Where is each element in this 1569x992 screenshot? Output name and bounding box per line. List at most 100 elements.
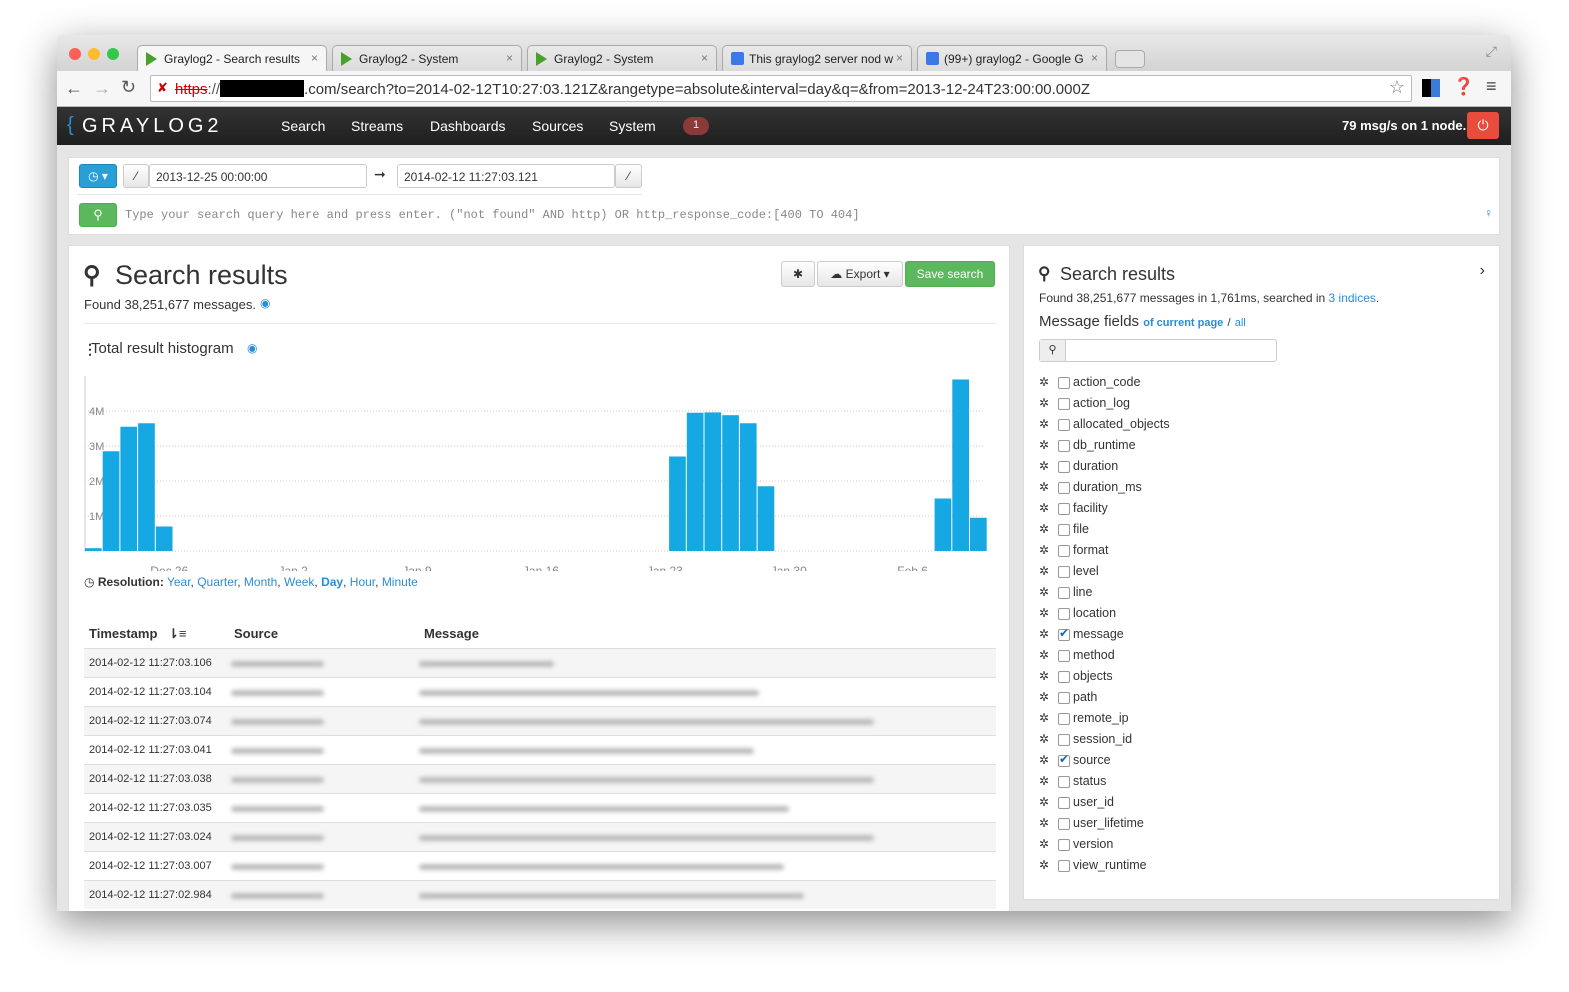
gear-icon[interactable]: ✲ <box>1039 627 1049 641</box>
field-name[interactable]: remote_ip <box>1073 711 1129 725</box>
resolution-quarter[interactable]: Quarter <box>197 575 237 589</box>
gear-icon[interactable]: ✲ <box>1039 543 1049 557</box>
field-checkbox[interactable] <box>1058 587 1070 599</box>
nav-sources[interactable]: Sources <box>532 118 583 134</box>
nav-streams[interactable]: Streams <box>351 118 403 134</box>
indices-link[interactable]: 3 indices <box>1329 291 1376 305</box>
brand-logo[interactable]: GRAYLOG2 <box>82 115 223 138</box>
current-page-link[interactable]: of current page <box>1143 317 1223 329</box>
table-row[interactable]: 2014-02-12 11:27:03.035 <box>84 793 996 822</box>
gear-icon[interactable]: ✲ <box>1039 396 1049 410</box>
field-checkbox[interactable] <box>1058 566 1070 578</box>
resolution-week[interactable]: Week <box>284 575 314 589</box>
field-checkbox[interactable] <box>1058 608 1070 620</box>
browser-tab[interactable]: This graylog2 server nod w × <box>722 45 912 71</box>
field-name[interactable]: action_code <box>1073 375 1140 389</box>
field-checkbox[interactable] <box>1058 671 1070 683</box>
url-bar[interactable]: ✘ https:// .com/search?to=2014-02-12T10:2… <box>150 75 1412 102</box>
field-checkbox[interactable] <box>1058 818 1070 830</box>
gear-icon[interactable]: ✲ <box>1039 585 1049 599</box>
nav-system[interactable]: System <box>609 118 656 134</box>
gear-icon[interactable]: ✲ <box>1039 795 1049 809</box>
from-date-input[interactable]: 2013-12-25 00:00:00 <box>149 164 367 188</box>
field-name[interactable]: db_runtime <box>1073 438 1136 452</box>
gear-icon[interactable]: ✲ <box>1039 732 1049 746</box>
debug-bug-button[interactable]: ✱ <box>781 261 815 287</box>
field-name[interactable]: source <box>1073 753 1111 767</box>
field-checkbox[interactable] <box>1058 440 1070 452</box>
help-extension-icon[interactable]: ❓ <box>1453 77 1474 97</box>
fullscreen-icon[interactable]: ⤢ <box>1486 43 1497 60</box>
table-row[interactable]: 2014-02-12 11:27:03.074 <box>84 706 996 735</box>
field-checkbox[interactable] <box>1058 752 1070 767</box>
field-name[interactable]: user_lifetime <box>1073 816 1144 830</box>
field-checkbox[interactable] <box>1058 692 1070 704</box>
field-name[interactable]: message <box>1073 627 1124 641</box>
field-checkbox[interactable] <box>1058 734 1070 746</box>
table-row[interactable]: 2014-02-12 11:27:03.007 <box>84 851 996 880</box>
export-dropdown-button[interactable]: ☁ Export ▾ <box>817 261 903 287</box>
new-tab-button[interactable] <box>1115 50 1145 68</box>
nav-search[interactable]: Search <box>281 118 325 134</box>
field-name[interactable]: status <box>1073 774 1106 788</box>
notification-badge[interactable]: 1 <box>683 117 709 135</box>
gear-icon[interactable]: ✲ <box>1039 438 1049 452</box>
resolution-year[interactable]: Year <box>167 575 191 589</box>
field-name[interactable]: location <box>1073 606 1116 620</box>
from-picker-wand-icon[interactable]: ⁄ <box>123 164 149 188</box>
gear-icon[interactable]: ✲ <box>1039 774 1049 788</box>
query-help-icon[interactable]: ♀ <box>1484 206 1493 220</box>
field-checkbox[interactable] <box>1058 839 1070 851</box>
field-name[interactable]: path <box>1073 690 1097 704</box>
table-row[interactable]: 2014-02-12 11:27:03.106 <box>84 648 996 677</box>
field-name[interactable]: view_runtime <box>1073 858 1147 872</box>
gear-icon[interactable]: ✲ <box>1039 816 1049 830</box>
minimize-window-button[interactable] <box>88 48 100 60</box>
field-name[interactable]: allocated_objects <box>1073 417 1170 431</box>
field-name[interactable]: line <box>1073 585 1092 599</box>
sort-icon[interactable]: ⇂≡ <box>168 626 186 642</box>
field-name[interactable]: objects <box>1073 669 1113 683</box>
query-info-icon[interactable]: ◉ <box>260 296 270 310</box>
save-search-button[interactable]: Save search <box>905 261 995 287</box>
field-name[interactable]: session_id <box>1073 732 1132 746</box>
range-type-button[interactable]: ◷ ▾ <box>79 164 117 188</box>
gear-icon[interactable]: ✲ <box>1039 858 1049 872</box>
table-row[interactable]: 2014-02-12 11:27:03.038 <box>84 764 996 793</box>
gear-icon[interactable]: ✲ <box>1039 606 1049 620</box>
extension-icon[interactable] <box>1422 79 1440 97</box>
field-name[interactable]: user_id <box>1073 795 1114 809</box>
browser-tab[interactable]: (99+) graylog2 - Google G × <box>917 45 1107 71</box>
histogram-chart[interactable]: 1M 2M 3M 4M Dec 26 Jan 2 Jan 9 Jan 16 Jan 23 Jan … <box>69 356 1011 571</box>
gear-icon[interactable]: ✲ <box>1039 522 1049 536</box>
column-message[interactable]: Message <box>424 626 479 641</box>
histogram-info-icon[interactable]: ◉ <box>247 341 257 355</box>
column-timestamp[interactable]: Timestamp <box>89 626 157 641</box>
field-checkbox[interactable] <box>1058 650 1070 662</box>
table-row[interactable]: 2014-02-12 11:27:03.041 <box>84 735 996 764</box>
browser-tab[interactable]: Graylog2 - Search results × <box>137 45 327 71</box>
close-tab-icon[interactable]: × <box>311 51 318 65</box>
reload-icon[interactable]: ↻ <box>121 77 136 98</box>
field-name[interactable]: duration <box>1073 459 1118 473</box>
gear-icon[interactable]: ✲ <box>1039 480 1049 494</box>
field-checkbox[interactable] <box>1058 482 1070 494</box>
field-checkbox[interactable] <box>1058 713 1070 725</box>
forward-icon[interactable]: → <box>93 78 111 99</box>
zoom-window-button[interactable] <box>107 48 119 60</box>
to-date-input[interactable]: 2014-02-12 11:27:03.121 <box>397 164 615 188</box>
field-checkbox[interactable] <box>1058 626 1070 641</box>
field-name[interactable]: level <box>1073 564 1099 578</box>
field-name[interactable]: facility <box>1073 501 1108 515</box>
close-tab-icon[interactable]: × <box>896 51 903 65</box>
back-icon[interactable]: ← <box>65 78 83 99</box>
gear-icon[interactable]: ✲ <box>1039 837 1049 851</box>
logout-power-button[interactable]: ⏻ <box>1467 112 1499 139</box>
resolution-day[interactable]: Day <box>321 575 343 589</box>
gear-icon[interactable]: ✲ <box>1039 564 1049 578</box>
search-query-input[interactable]: Type your search query here and press en… <box>125 208 860 222</box>
field-checkbox[interactable] <box>1058 398 1070 410</box>
nav-dashboards[interactable]: Dashboards <box>430 118 506 134</box>
collapse-chevron-icon[interactable]: › <box>1480 262 1485 280</box>
column-source[interactable]: Source <box>234 626 278 641</box>
